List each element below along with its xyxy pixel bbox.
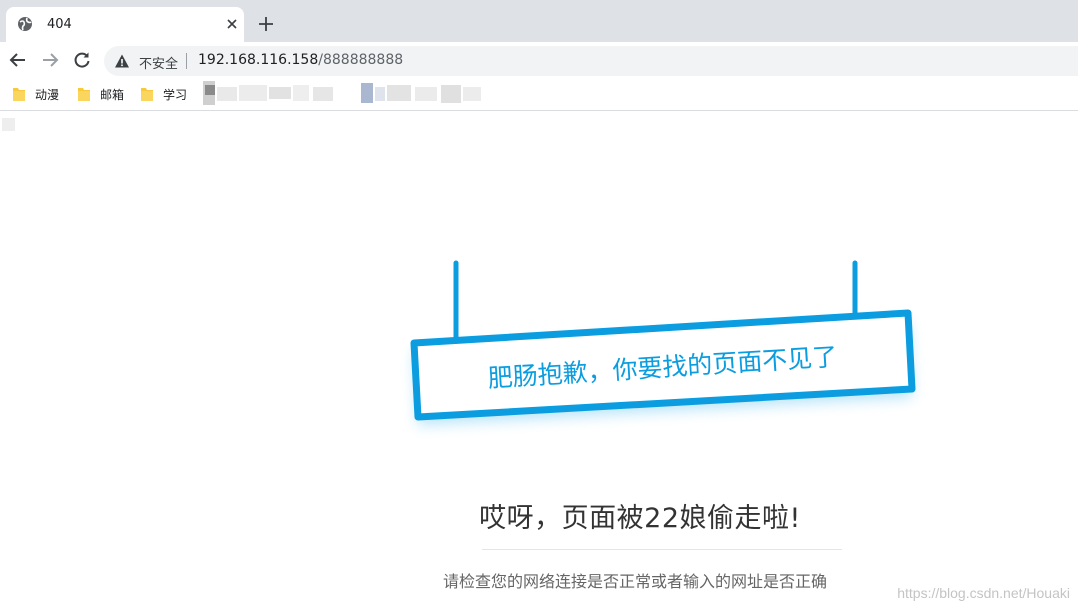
url-host: 192.168.116.158 xyxy=(198,52,319,68)
divider xyxy=(482,549,842,550)
new-tab-icon[interactable] xyxy=(257,15,275,33)
bookmarks-bar: 动漫 邮箱 学习 xyxy=(0,78,1078,111)
address-bar[interactable]: 不安全 192.168.116.158/888888888 xyxy=(104,46,1078,76)
globe-icon xyxy=(18,17,32,31)
folder-icon xyxy=(141,88,153,101)
blurred-bookmarks xyxy=(203,81,481,105)
warning-icon[interactable] xyxy=(114,53,130,69)
url-path: /888888888 xyxy=(318,52,404,68)
reload-icon[interactable] xyxy=(72,50,92,70)
security-label[interactable]: 不安全 xyxy=(139,53,178,72)
folder-icon xyxy=(13,88,25,101)
tab-title: 404 xyxy=(47,17,72,32)
hanging-sign: 肥肠抱歉，你要找的页面不见了 xyxy=(400,255,930,445)
tab-strip: 404 xyxy=(0,0,1078,42)
divider xyxy=(186,53,187,69)
folder-icon xyxy=(78,88,90,101)
back-arrow-icon[interactable] xyxy=(8,50,28,70)
url-text[interactable]: 192.168.116.158/888888888 xyxy=(198,52,403,68)
page-headline: 哎呀，页面被22娘偷走啦! xyxy=(479,503,801,534)
bookmark-label: 学习 xyxy=(163,88,188,102)
browser-tab[interactable]: 404 xyxy=(6,7,244,42)
toolbar: 不安全 192.168.116.158/888888888 xyxy=(0,42,1078,78)
close-icon[interactable] xyxy=(224,16,240,32)
bookmark-folder-study[interactable]: 学习 xyxy=(141,85,201,103)
page-subtext: 请检查您的网络连接是否正常或者输入的网址是否正确 xyxy=(442,572,827,591)
sign-graphic: 肥肠抱歉，你要找的页面不见了 xyxy=(410,260,916,425)
broken-image-placeholder xyxy=(2,118,15,131)
bookmark-folder-mail[interactable]: 邮箱 xyxy=(78,85,138,103)
bookmark-folder-anime[interactable]: 动漫 xyxy=(13,85,73,103)
bookmark-label: 动漫 xyxy=(35,88,60,102)
bookmark-label: 邮箱 xyxy=(100,88,125,102)
forward-arrow-icon[interactable] xyxy=(40,50,60,70)
watermark: https://blog.csdn.net/Houaki xyxy=(897,585,1070,601)
